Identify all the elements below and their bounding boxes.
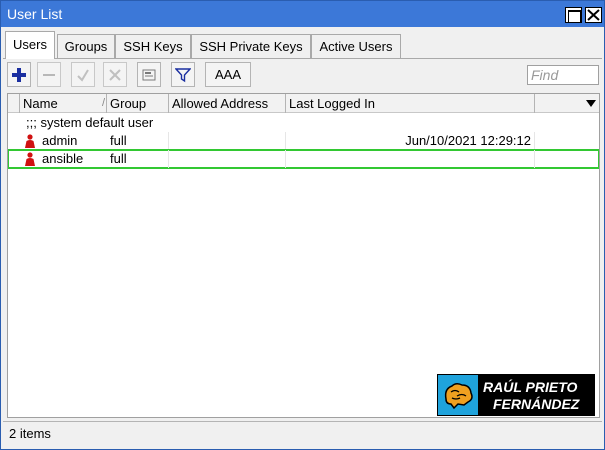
disable-button[interactable] [103,62,127,87]
tab-active-users[interactable]: Active Users [311,34,401,58]
title-bar[interactable]: User List [1,1,604,27]
remove-button[interactable] [37,62,61,87]
watermark-line2: FERNÁNDEZ [493,396,580,412]
cell-group: full [107,150,169,168]
window-title: User List [7,6,63,22]
item-count: 2 items [9,426,51,441]
column-header-group[interactable]: Group [107,94,169,113]
user-list-window: User List Users Groups SSH Keys SSH Priv… [0,0,605,450]
filter-button[interactable] [171,62,195,87]
cell-name: ansible [42,151,84,166]
minus-icon [43,73,55,76]
user-table: Name / Group Allowed Address Last Logged… [7,93,600,418]
note-icon [142,69,156,80]
table-row[interactable]: ansible full [8,149,599,169]
filter-icon [175,67,191,82]
find-input[interactable] [527,65,599,85]
close-button[interactable] [585,7,602,23]
comment-button[interactable] [137,62,161,87]
cell-allowed-address [169,150,286,168]
cell-group: full [107,132,169,150]
tab-users[interactable]: Users [5,31,55,59]
cell-last-logged-in: Jun/10/2021 12:29:12 [286,132,535,150]
table-row[interactable]: admin full Jun/10/2021 12:29:12 [8,132,599,150]
cell-allowed-address [169,132,286,150]
brain-logo-icon [438,375,478,415]
tab-ssh-keys[interactable]: SSH Keys [115,34,191,58]
cell-name: admin [42,133,78,148]
add-button[interactable] [7,62,31,87]
author-watermark: RAÚL PRIETO FERNÁNDEZ [437,374,595,416]
watermark-line1: RAÚL PRIETO [483,379,578,395]
user-icon [25,152,35,166]
table-header: Name / Group Allowed Address Last Logged… [8,94,599,113]
comment-row: ;;; system default user [26,115,154,130]
plus-icon [12,67,26,82]
maximize-button[interactable] [565,7,582,23]
sort-indicator: / [102,97,106,109]
column-header-last-logged-in[interactable]: Last Logged In [286,94,535,113]
columns-menu-icon[interactable] [586,100,596,107]
x-icon [109,68,121,81]
tab-divider [3,58,602,59]
column-header-name[interactable]: Name / [20,94,107,113]
check-icon [77,68,89,82]
close-icon [587,9,600,21]
cell-last-logged-in [286,150,535,168]
enable-button[interactable] [71,62,95,87]
header-spacer [8,94,20,113]
user-icon [25,134,35,148]
aaa-button[interactable]: AAA [205,62,251,87]
tab-groups[interactable]: Groups [57,34,115,58]
column-header-allowed-address[interactable]: Allowed Address [169,94,286,113]
status-bar: 2 items [3,421,602,445]
tab-ssh-private-keys[interactable]: SSH Private Keys [191,34,311,58]
